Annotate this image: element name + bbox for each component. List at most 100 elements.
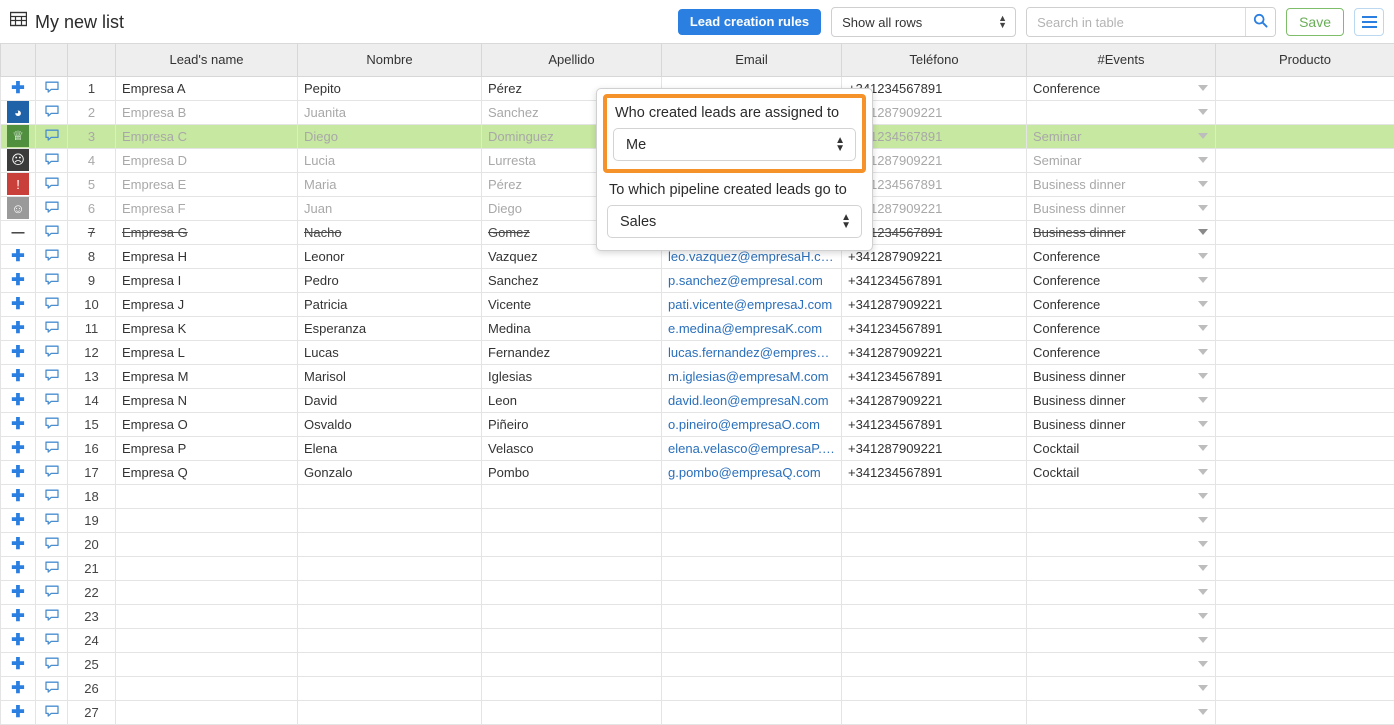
chevron-down-icon[interactable] bbox=[1198, 445, 1208, 451]
cell-nombre[interactable] bbox=[298, 508, 482, 532]
assigned-to-select[interactable]: Me bbox=[613, 128, 856, 161]
cell-lead-name[interactable]: Empresa N bbox=[116, 388, 298, 412]
row-note-cell[interactable] bbox=[36, 628, 68, 652]
row-status-cell[interactable]: ✚ bbox=[1, 556, 36, 580]
plus-icon[interactable]: ✚ bbox=[7, 677, 29, 699]
row-note-cell[interactable] bbox=[36, 484, 68, 508]
plus-icon[interactable]: ✚ bbox=[7, 437, 29, 459]
column-header-events[interactable]: #Events bbox=[1027, 44, 1216, 76]
row-note-cell[interactable] bbox=[36, 340, 68, 364]
cell-lead-name[interactable]: Empresa M bbox=[116, 364, 298, 388]
cell-telefono[interactable]: +341234567891 bbox=[842, 316, 1027, 340]
cell-telefono[interactable] bbox=[842, 676, 1027, 700]
cell-apellido[interactable]: Medina bbox=[482, 316, 662, 340]
cell-lead-name[interactable] bbox=[116, 532, 298, 556]
cell-events[interactable]: Conference bbox=[1027, 244, 1216, 268]
chevron-down-icon[interactable] bbox=[1198, 205, 1208, 211]
cell-events[interactable] bbox=[1027, 700, 1216, 724]
row-status-cell[interactable]: ♕ bbox=[1, 124, 36, 148]
cell-apellido[interactable] bbox=[482, 484, 662, 508]
cell-lead-name[interactable]: Empresa F bbox=[116, 196, 298, 220]
plus-icon[interactable]: ✚ bbox=[7, 365, 29, 387]
cell-producto[interactable] bbox=[1216, 700, 1394, 724]
cell-events[interactable] bbox=[1027, 628, 1216, 652]
row-number[interactable]: 3 bbox=[68, 124, 116, 148]
lead-creation-rules-button[interactable]: Lead creation rules bbox=[678, 9, 821, 35]
row-note-cell[interactable] bbox=[36, 172, 68, 196]
cell-telefono[interactable] bbox=[842, 700, 1027, 724]
plus-icon[interactable]: ✚ bbox=[7, 317, 29, 339]
row-status-cell[interactable]: ✚ bbox=[1, 412, 36, 436]
cell-telefono[interactable]: +341287909221 bbox=[842, 340, 1027, 364]
table-row[interactable]: ✚11Empresa KEsperanzaMedinae.medina@empr… bbox=[1, 316, 1394, 340]
cell-producto[interactable] bbox=[1216, 484, 1394, 508]
chevron-down-icon[interactable] bbox=[1198, 301, 1208, 307]
cell-producto[interactable] bbox=[1216, 364, 1394, 388]
row-number[interactable]: 18 bbox=[68, 484, 116, 508]
table-row[interactable]: ✚19 bbox=[1, 508, 1394, 532]
neutral-icon[interactable]: ☺ bbox=[7, 197, 29, 219]
cell-apellido[interactable] bbox=[482, 604, 662, 628]
row-note-cell[interactable] bbox=[36, 508, 68, 532]
cell-telefono[interactable]: +341234567891 bbox=[842, 364, 1027, 388]
cell-producto[interactable] bbox=[1216, 316, 1394, 340]
row-status-cell[interactable]: ☹ bbox=[1, 148, 36, 172]
cell-telefono[interactable] bbox=[842, 628, 1027, 652]
column-header-apellido[interactable]: Apellido bbox=[482, 44, 662, 76]
cell-telefono[interactable]: +341234567891 bbox=[842, 268, 1027, 292]
note-icon[interactable] bbox=[45, 657, 59, 673]
cell-email[interactable]: g.pombo@empresaQ.com bbox=[662, 460, 842, 484]
cell-telefono[interactable]: +341287909221 bbox=[842, 388, 1027, 412]
cell-telefono[interactable] bbox=[842, 604, 1027, 628]
cell-apellido[interactable] bbox=[482, 580, 662, 604]
cell-producto[interactable] bbox=[1216, 652, 1394, 676]
cell-events[interactable]: Conference bbox=[1027, 268, 1216, 292]
cell-telefono[interactable]: +341287909221 bbox=[842, 292, 1027, 316]
cell-nombre[interactable]: Marisol bbox=[298, 364, 482, 388]
rows-filter-select[interactable]: Show all rows bbox=[831, 7, 1016, 37]
row-note-cell[interactable] bbox=[36, 436, 68, 460]
cell-nombre[interactable]: Pedro bbox=[298, 268, 482, 292]
table-row[interactable]: ✚10Empresa JPatriciaVicentepati.vicente@… bbox=[1, 292, 1394, 316]
cell-apellido[interactable]: Sanchez bbox=[482, 268, 662, 292]
cell-events[interactable]: Conference bbox=[1027, 76, 1216, 100]
cell-producto[interactable] bbox=[1216, 676, 1394, 700]
cell-events[interactable]: Conference bbox=[1027, 292, 1216, 316]
row-number[interactable]: 8 bbox=[68, 244, 116, 268]
row-note-cell[interactable] bbox=[36, 676, 68, 700]
note-icon[interactable] bbox=[45, 705, 59, 721]
row-status-cell[interactable]: ☺ bbox=[1, 196, 36, 220]
row-status-cell[interactable]: ✚ bbox=[1, 244, 36, 268]
note-icon[interactable] bbox=[45, 81, 59, 97]
cell-email[interactable]: p.sanchez@empresaI.com bbox=[662, 268, 842, 292]
cell-email[interactable] bbox=[662, 580, 842, 604]
cell-email[interactable]: lucas.fernandez@empresaL.c... bbox=[662, 340, 842, 364]
column-header-producto[interactable]: Producto bbox=[1216, 44, 1394, 76]
cell-nombre[interactable]: Juanita bbox=[298, 100, 482, 124]
plus-icon[interactable]: ✚ bbox=[7, 629, 29, 651]
cell-lead-name[interactable]: Empresa I bbox=[116, 268, 298, 292]
cell-lead-name[interactable]: Empresa L bbox=[116, 340, 298, 364]
row-note-cell[interactable] bbox=[36, 292, 68, 316]
clock-icon[interactable]: ◕ bbox=[7, 101, 29, 123]
trophy-icon[interactable]: ♕ bbox=[7, 125, 29, 147]
plus-icon[interactable]: ✚ bbox=[7, 533, 29, 555]
cell-lead-name[interactable]: Empresa O bbox=[116, 412, 298, 436]
chevron-down-icon[interactable] bbox=[1198, 349, 1208, 355]
chevron-down-icon[interactable] bbox=[1198, 709, 1208, 715]
cell-events[interactable] bbox=[1027, 508, 1216, 532]
row-number[interactable]: 11 bbox=[68, 316, 116, 340]
row-note-cell[interactable] bbox=[36, 316, 68, 340]
table-row[interactable]: ✚13Empresa MMarisolIglesiasm.iglesias@em… bbox=[1, 364, 1394, 388]
table-row[interactable]: ✚15Empresa OOsvaldoPiñeiroo.pineiro@empr… bbox=[1, 412, 1394, 436]
cell-events[interactable] bbox=[1027, 484, 1216, 508]
plus-icon[interactable]: ✚ bbox=[7, 77, 29, 99]
plus-icon[interactable]: ✚ bbox=[7, 461, 29, 483]
column-header-rownum[interactable] bbox=[68, 44, 116, 76]
cell-producto[interactable] bbox=[1216, 76, 1394, 100]
row-number[interactable]: 20 bbox=[68, 532, 116, 556]
column-header-nombre[interactable]: Nombre bbox=[298, 44, 482, 76]
cell-apellido[interactable]: Pombo bbox=[482, 460, 662, 484]
row-note-cell[interactable] bbox=[36, 148, 68, 172]
chevron-down-icon[interactable] bbox=[1198, 613, 1208, 619]
